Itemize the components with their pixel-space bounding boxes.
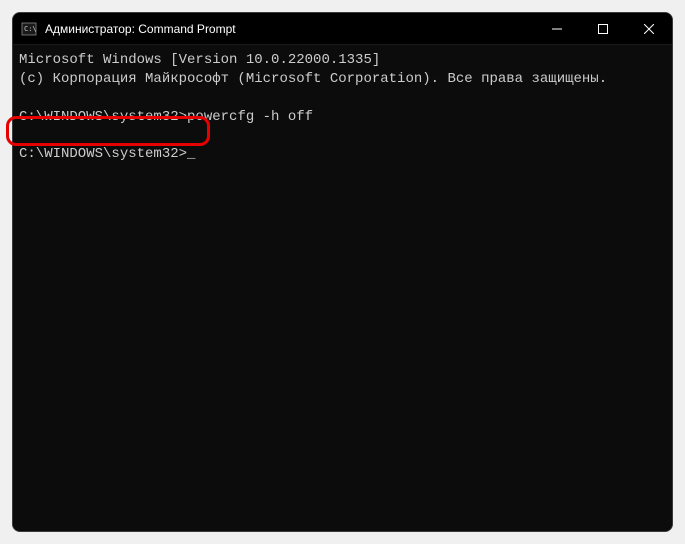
minimize-button[interactable] — [534, 13, 580, 45]
prompt-1: C:\WINDOWS\system32> — [19, 109, 187, 125]
cursor: _ — [187, 146, 195, 162]
close-button[interactable] — [626, 13, 672, 45]
prompt-2: C:\WINDOWS\system32> — [19, 146, 187, 162]
current-prompt-line: C:\WINDOWS\system32>_ — [19, 145, 666, 164]
blank-line-2 — [19, 127, 666, 146]
command-prompt-window: C:\ Администратор: Command Prompt Micros… — [12, 12, 673, 532]
blank-line — [19, 89, 666, 108]
window-title: Администратор: Command Prompt — [45, 22, 236, 36]
copyright-line: (c) Корпорация Майкрософт (Microsoft Cor… — [19, 70, 666, 89]
window-controls — [534, 13, 672, 44]
cmd-icon: C:\ — [21, 21, 37, 37]
terminal-body[interactable]: Microsoft Windows [Version 10.0.22000.13… — [13, 45, 672, 531]
svg-text:C:\: C:\ — [24, 25, 37, 33]
maximize-button[interactable] — [580, 13, 626, 45]
command-line-1: C:\WINDOWS\system32>powercfg -h off — [19, 108, 666, 127]
titlebar[interactable]: C:\ Администратор: Command Prompt — [13, 13, 672, 45]
entered-command: powercfg -h off — [187, 109, 313, 125]
title-left: C:\ Администратор: Command Prompt — [21, 21, 236, 37]
version-line: Microsoft Windows [Version 10.0.22000.13… — [19, 51, 666, 70]
